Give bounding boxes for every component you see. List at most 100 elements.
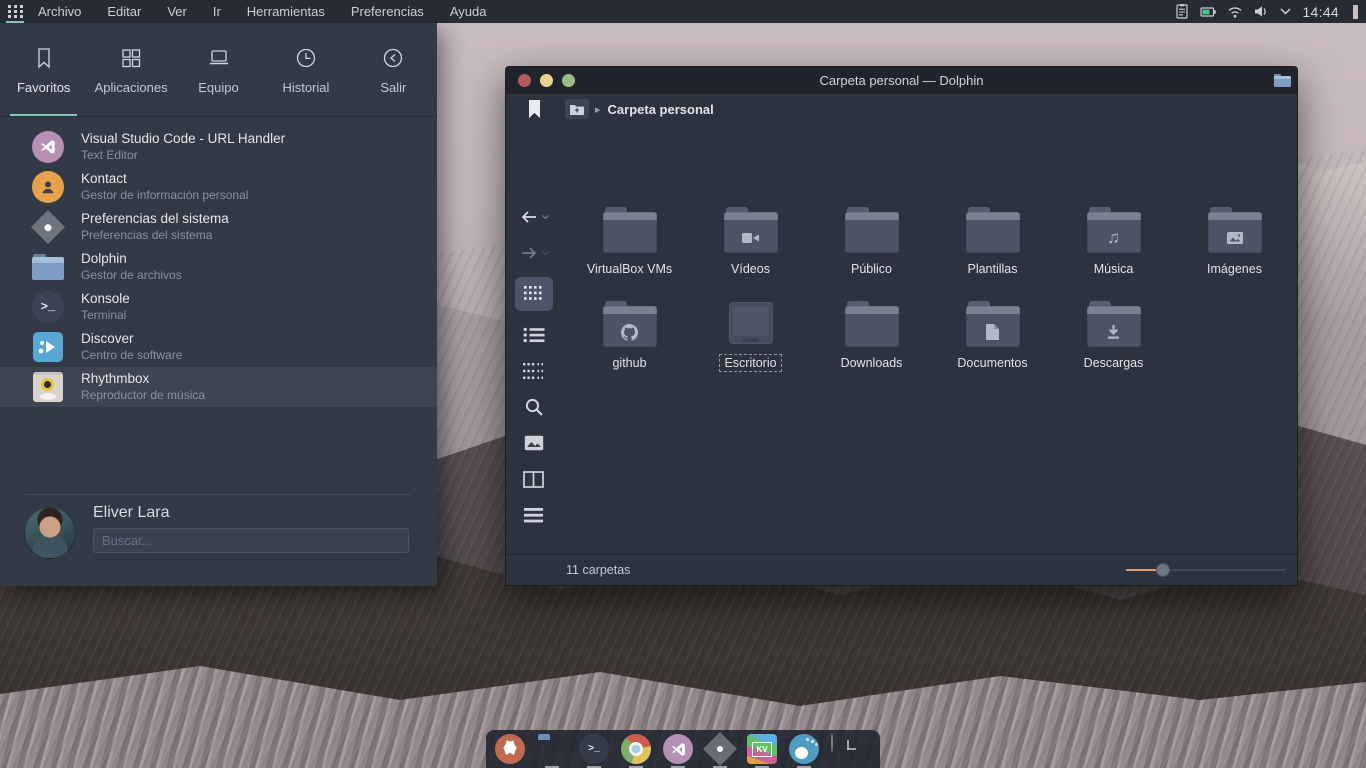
- dock-vscode[interactable]: [663, 734, 693, 764]
- menu-herramientas[interactable]: Herramientas: [247, 4, 325, 19]
- search-button[interactable]: [524, 395, 544, 419]
- menu-ver[interactable]: Ver: [167, 4, 187, 19]
- tab-historial[interactable]: Historial: [262, 23, 349, 116]
- menu-ir[interactable]: Ir: [213, 4, 221, 19]
- folder-label: Vídeos: [727, 261, 774, 277]
- zoom-slider[interactable]: [1126, 563, 1286, 577]
- user-area: Eliver Lara: [0, 494, 437, 586]
- minimize-button[interactable]: [540, 74, 553, 87]
- folder-item-descargas[interactable]: Descargas: [1055, 297, 1173, 389]
- dock: >_ KV: [486, 730, 880, 768]
- speaker-icon: [33, 372, 63, 402]
- github-icon: [603, 317, 657, 347]
- breadcrumb-separator: ▸: [595, 103, 601, 116]
- folder-view[interactable]: VirtualBox VMs Vídeos Público: [561, 189, 1296, 554]
- kvantum-icon: KV: [747, 734, 777, 764]
- folder-item-documentos[interactable]: Documentos: [934, 297, 1052, 389]
- network-icon[interactable]: [1227, 5, 1243, 19]
- view-grid-button[interactable]: [515, 277, 553, 311]
- tab-salir[interactable]: Salir: [350, 23, 437, 116]
- folder-item-videos[interactable]: Vídeos: [692, 203, 810, 295]
- menu-button[interactable]: [524, 503, 543, 527]
- folder-icon: [603, 207, 657, 253]
- tab-aplicaciones[interactable]: Aplicaciones: [87, 23, 174, 116]
- app-description: Centro de software: [81, 348, 182, 363]
- folder-item-escritorio[interactable]: Escritorio: [692, 297, 810, 389]
- app-item-rhythmbox[interactable]: Rhythmbox Reproductor de música: [0, 367, 437, 407]
- dock-app-blue[interactable]: [789, 734, 819, 764]
- clock[interactable]: 14:44: [1302, 4, 1339, 20]
- clock-icon: [831, 733, 833, 752]
- folder-icon: [966, 207, 1020, 253]
- places-bookmark-icon[interactable]: [528, 100, 541, 119]
- close-button[interactable]: [518, 74, 531, 87]
- music-icon: ♫: [1087, 223, 1141, 253]
- app-description: Preferencias del sistema: [81, 228, 229, 243]
- app-description: Reproductor de música: [81, 388, 205, 403]
- app-item-konsole[interactable]: >_ Konsole Terminal: [0, 287, 437, 327]
- home-breadcrumb-button[interactable]: [565, 99, 589, 119]
- show-desktop-button[interactable]: [1353, 5, 1358, 19]
- app-item-preferencias[interactable]: Preferencias del sistema Preferencias de…: [0, 207, 437, 247]
- caret-down-icon: [542, 215, 549, 220]
- folder-item-plantillas[interactable]: Plantillas: [934, 203, 1052, 295]
- dock-files[interactable]: [537, 734, 567, 764]
- favorites-list: Visual Studio Code - URL Handler Text Ed…: [0, 127, 437, 407]
- apps-grid-icon: [8, 5, 23, 18]
- app-item-kontact[interactable]: Kontact Gestor de información personal: [0, 167, 437, 207]
- folder-item-imagenes[interactable]: Imágenes: [1176, 203, 1294, 295]
- global-menubar: Archivo Editar Ver Ir Herramientas Prefe…: [38, 4, 486, 19]
- dock-chromium[interactable]: [621, 734, 651, 764]
- volume-icon[interactable]: [1253, 4, 1269, 19]
- history-clock-icon: [293, 45, 319, 71]
- battery-icon[interactable]: [1200, 4, 1217, 20]
- application-launcher: Favoritos Aplicaciones Equipo: [0, 23, 437, 586]
- folder-label: Música: [1090, 261, 1138, 277]
- app-item-dolphin[interactable]: Dolphin Gestor de archivos: [0, 247, 437, 287]
- settings-diamond-icon: [31, 210, 65, 244]
- tab-label: Historial: [282, 80, 329, 95]
- dock-kvantum[interactable]: KV: [747, 734, 777, 764]
- app-item-discover[interactable]: Discover Centro de software: [0, 327, 437, 367]
- desktop: Archivo Editar Ver Ir Herramientas Prefe…: [0, 0, 1366, 768]
- dock-clock[interactable]: [831, 734, 861, 764]
- folder-item-musica[interactable]: ♫ Música: [1055, 203, 1173, 295]
- breadcrumb-current[interactable]: Carpeta personal: [608, 102, 714, 117]
- avatar[interactable]: [24, 507, 76, 559]
- view-compact-button[interactable]: [523, 359, 545, 383]
- folder-label: Downloads: [837, 355, 907, 371]
- folder-icon: [32, 254, 64, 280]
- folder-item-github[interactable]: github: [571, 297, 689, 389]
- folder-item-virtualbox-vms[interactable]: VirtualBox VMs: [571, 203, 689, 295]
- menu-preferencias[interactable]: Preferencias: [351, 4, 424, 19]
- folder-item-downloads[interactable]: Downloads: [813, 297, 931, 389]
- preview-button[interactable]: [524, 431, 544, 455]
- dock-firefox[interactable]: [495, 734, 525, 764]
- folder-grid: VirtualBox VMs Vídeos Público: [561, 189, 1296, 389]
- folder-label: Público: [847, 261, 896, 277]
- terminal-icon: >_: [32, 291, 64, 323]
- slider-handle[interactable]: [1156, 563, 1170, 577]
- clipboard-icon[interactable]: [1174, 3, 1190, 20]
- menu-ayuda[interactable]: Ayuda: [450, 4, 487, 19]
- back-button[interactable]: [519, 205, 549, 229]
- dock-terminal[interactable]: >_: [579, 734, 609, 764]
- chevron-down-icon[interactable]: [1279, 7, 1292, 16]
- view-list-button[interactable]: [523, 323, 545, 347]
- tab-equipo[interactable]: Equipo: [175, 23, 262, 116]
- app-launcher-button[interactable]: [0, 0, 30, 23]
- chromium-icon: [621, 734, 651, 764]
- menu-editar[interactable]: Editar: [107, 4, 141, 19]
- title-bar[interactable]: Carpeta personal — Dolphin: [506, 67, 1297, 94]
- split-view-button[interactable]: [523, 467, 544, 491]
- tab-favoritos[interactable]: Favoritos: [0, 23, 87, 116]
- search-input[interactable]: [93, 528, 409, 553]
- dock-settings[interactable]: [705, 734, 735, 764]
- maximize-button[interactable]: [562, 74, 575, 87]
- blue-app-icon: [789, 734, 819, 764]
- app-description: Terminal: [81, 308, 130, 323]
- menu-archivo[interactable]: Archivo: [38, 4, 81, 19]
- forward-button[interactable]: [519, 241, 549, 265]
- folder-item-publico[interactable]: Público: [813, 203, 931, 295]
- app-item-vscode[interactable]: Visual Studio Code - URL Handler Text Ed…: [0, 127, 437, 167]
